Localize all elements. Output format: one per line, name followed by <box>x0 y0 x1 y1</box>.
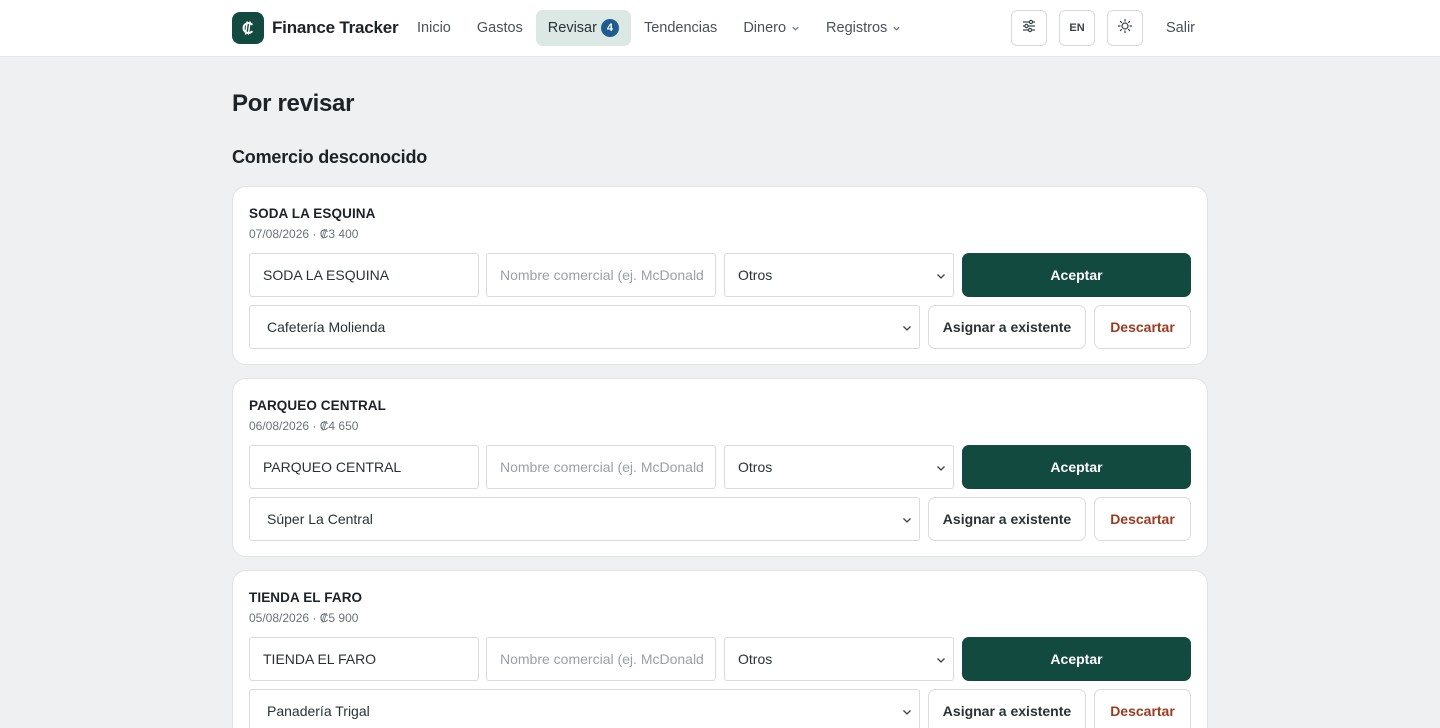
colon-currency-icon <box>232 12 264 44</box>
nav-item-inicio[interactable]: Inicio <box>404 10 464 46</box>
chevron-down-icon <box>892 24 901 33</box>
nav-item-dinero[interactable]: Dinero <box>730 10 813 46</box>
review-count-badge: 4 <box>600 19 619 37</box>
transaction-meta: 05/08/2026 · ₡5 900 <box>249 611 359 625</box>
discard-button[interactable]: Descartar <box>1094 689 1191 728</box>
chevron-down-icon <box>935 653 947 669</box>
existing-merchant-select[interactable]: Súper La Central <box>249 497 920 541</box>
existing-merchant-value: Cafetería Molienda <box>267 319 386 335</box>
nav-label: Gastos <box>476 20 523 36</box>
discard-button[interactable]: Descartar <box>1094 305 1191 349</box>
merchant-raw-name: SODA LA ESQUINA <box>249 206 376 221</box>
category-value: Otros <box>738 651 773 667</box>
existing-merchant-select[interactable]: Panadería Trigal <box>249 689 920 728</box>
nav-label: Tendencias <box>643 20 718 36</box>
existing-merchant-select[interactable]: Cafetería Molienda <box>249 305 920 349</box>
chevron-down-icon <box>935 461 947 477</box>
raw-merchant-input[interactable]: PARQUEO CENTRAL <box>249 445 479 489</box>
brand-name: Finance Tracker <box>272 18 399 37</box>
commercial-name-input[interactable]: Nombre comercial (ej. McDonald <box>486 637 716 681</box>
brand[interactable]: Finance Tracker <box>232 12 399 44</box>
chevron-down-icon <box>901 513 913 529</box>
nav-label: Dinero <box>743 20 787 36</box>
section-title: Comercio desconocido <box>232 147 428 167</box>
accept-button[interactable]: Aceptar <box>962 637 1191 681</box>
language-label: EN <box>1069 22 1085 34</box>
raw-merchant-input[interactable]: SODA LA ESQUINA <box>249 253 479 297</box>
existing-merchant-value: Súper La Central <box>267 511 373 527</box>
category-select[interactable]: Otros <box>724 637 954 681</box>
nav-item-revisar[interactable]: Revisar 4 <box>535 10 631 46</box>
nav-label: Inicio <box>417 20 451 36</box>
transaction-meta: 07/08/2026 · ₡3 400 <box>249 227 359 241</box>
review-card: TIENDA EL FARO 05/08/2026 · ₡5 900 TIEND… <box>232 570 1208 728</box>
review-card: PARQUEO CENTRAL 06/08/2026 · ₡4 650 PARQ… <box>232 378 1208 557</box>
accept-button[interactable]: Aceptar <box>962 253 1191 297</box>
theme-toggle-button[interactable] <box>1107 10 1143 46</box>
assign-existing-button[interactable]: Asignar a existente <box>928 689 1086 728</box>
review-card: SODA LA ESQUINA 07/08/2026 · ₡3 400 SODA… <box>232 186 1208 365</box>
assign-existing-button[interactable]: Asignar a existente <box>928 497 1086 541</box>
nav-item-registros[interactable]: Registros <box>813 10 914 46</box>
category-value: Otros <box>738 267 773 283</box>
nav-item-gastos[interactable]: Gastos <box>464 10 536 46</box>
logout-link[interactable]: Salir <box>1166 10 1195 46</box>
page-title: Por revisar <box>232 90 355 117</box>
category-select[interactable]: Otros <box>724 253 954 297</box>
chevron-down-icon <box>935 269 947 285</box>
category-value: Otros <box>738 459 773 475</box>
language-button[interactable]: EN <box>1059 10 1095 46</box>
nav-label: Revisar <box>547 20 597 36</box>
commercial-name-input[interactable]: Nombre comercial (ej. McDonald <box>486 445 716 489</box>
existing-merchant-value: Panadería Trigal <box>267 703 370 719</box>
sun-icon <box>1117 18 1133 39</box>
chevron-down-icon <box>901 321 913 337</box>
accept-button[interactable]: Aceptar <box>962 445 1191 489</box>
merchant-raw-name: PARQUEO CENTRAL <box>249 398 387 413</box>
main-nav: Inicio Gastos Revisar 4 Tendencias Diner… <box>404 10 914 46</box>
assign-existing-button[interactable]: Asignar a existente <box>928 305 1086 349</box>
transaction-meta: 06/08/2026 · ₡4 650 <box>249 419 359 433</box>
commercial-name-input[interactable]: Nombre comercial (ej. McDonald <box>486 253 716 297</box>
top-navbar: Finance Tracker Inicio Gastos Revisar 4 … <box>0 0 1440 57</box>
sliders-icon <box>1021 18 1037 39</box>
chevron-down-icon <box>901 705 913 721</box>
chevron-down-icon <box>791 24 800 33</box>
nav-label: Registros <box>826 20 888 36</box>
settings-button[interactable] <box>1011 10 1047 46</box>
discard-button[interactable]: Descartar <box>1094 497 1191 541</box>
category-select[interactable]: Otros <box>724 445 954 489</box>
raw-merchant-input[interactable]: TIENDA EL FARO <box>249 637 479 681</box>
nav-item-tendencias[interactable]: Tendencias <box>631 10 730 46</box>
merchant-raw-name: TIENDA EL FARO <box>249 590 363 605</box>
